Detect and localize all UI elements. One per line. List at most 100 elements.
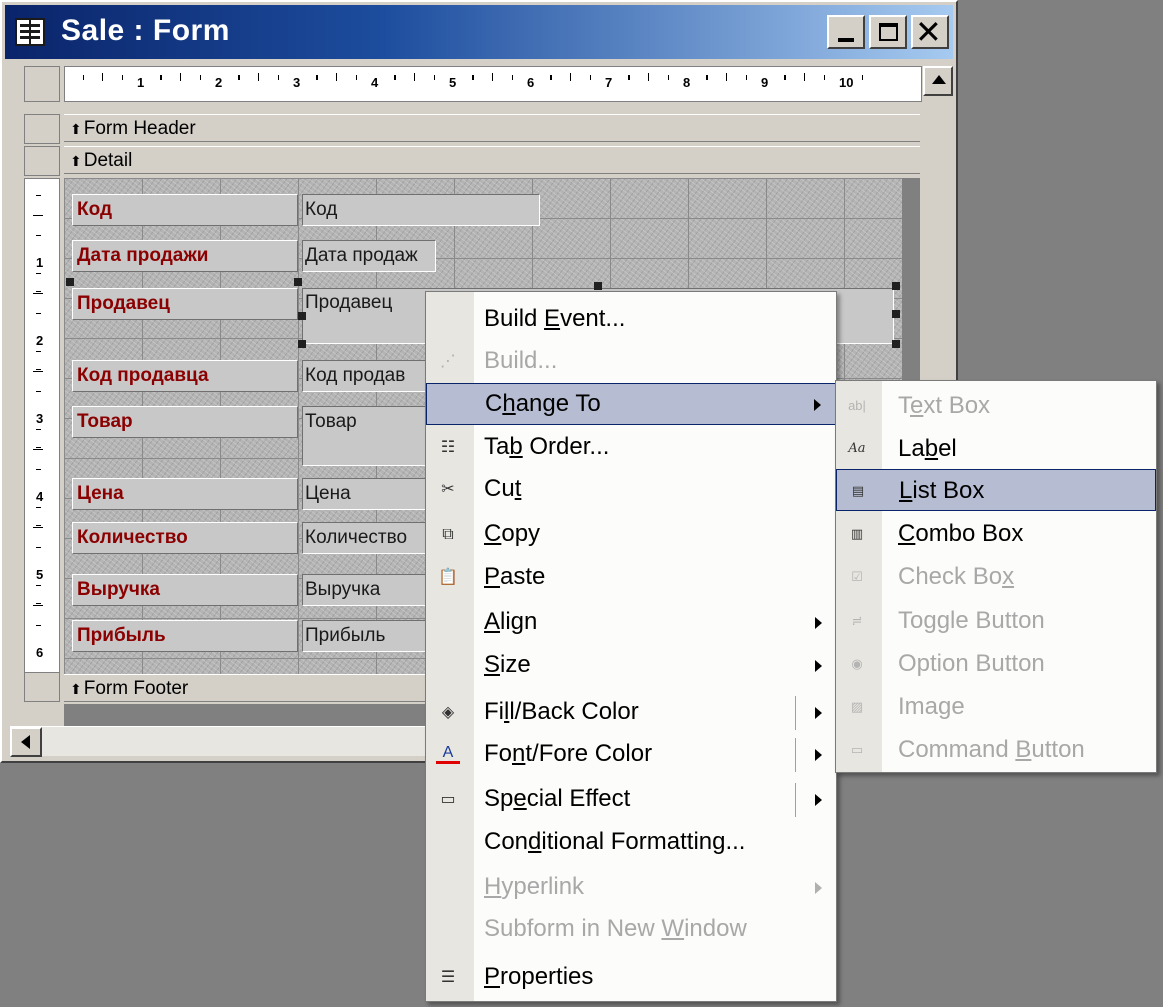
detail-bar[interactable]: ⬆ Detail (64, 146, 920, 174)
close-button[interactable]: ✕ (911, 14, 949, 50)
field-label[interactable]: Выручка (72, 574, 298, 606)
menu-item-label: Align (484, 608, 537, 636)
submenu-item-label: Text Box (898, 392, 990, 420)
submenu-item[interactable]: ≓ Toggle Button (836, 600, 1156, 642)
menu-item-label: Build... (484, 347, 557, 375)
field-label[interactable]: Цена (72, 478, 298, 510)
ruler-tick (122, 75, 123, 80)
menu-label-part: Check Bo (898, 563, 1003, 590)
header-section-selector[interactable] (24, 114, 60, 144)
accelerator-key: t (514, 475, 522, 502)
selection-handle[interactable] (66, 278, 74, 286)
ruler-tick (33, 527, 43, 528)
field-textbox[interactable]: Количество (302, 522, 426, 554)
form-icon (15, 18, 45, 46)
menu-item[interactable]: Build Event... (426, 299, 836, 341)
field-label[interactable]: Прибыль (72, 620, 298, 652)
submenu-item[interactable]: ab| Text Box (836, 385, 1156, 427)
minimize-icon (838, 38, 854, 42)
field-textbox[interactable]: Прибыль (302, 620, 426, 652)
menu-item[interactable]: Size (426, 645, 836, 687)
field-label[interactable]: Продавец (72, 288, 298, 320)
form-footer-label: Form Footer (83, 678, 189, 699)
field-textbox[interactable]: Код продав (302, 360, 426, 392)
field-label[interactable]: Код (72, 194, 298, 226)
menu-label-part: indow (684, 915, 747, 942)
form-selector[interactable] (24, 66, 60, 102)
ruler-tick (161, 75, 162, 80)
menu-item[interactable]: Change To (426, 383, 836, 425)
menu-item[interactable]: A Font/Fore Color (426, 734, 836, 776)
field-textbox[interactable]: Дата продаж (302, 240, 436, 272)
submenu-item[interactable]: ▥ Combo Box (836, 513, 1156, 555)
detail-section-selector[interactable] (24, 146, 60, 176)
menu-item[interactable]: Subform in New Window (426, 909, 836, 951)
selection-handle[interactable] (298, 340, 306, 348)
horizontal-ruler[interactable]: 1 2 3 4 5 6 7 8 9 10 (64, 66, 922, 102)
selection-handle[interactable] (294, 278, 302, 286)
selection-handle[interactable] (594, 282, 602, 290)
menu-label-part: Image (898, 693, 965, 720)
menu-item[interactable]: Align (426, 602, 836, 644)
menu-item[interactable]: Hyperlink (426, 867, 836, 909)
ruler-tick (36, 507, 41, 508)
ruler-tick (629, 75, 630, 80)
ruler-tick (570, 73, 571, 81)
vertical-ruler[interactable]: 1 2 3 4 5 6 (24, 178, 60, 678)
submenu-item[interactable]: ▤ List Box (836, 469, 1156, 511)
ruler-tick (551, 75, 552, 80)
menu-item[interactable]: ⋰ Build... (426, 341, 836, 383)
menu-item-label: Subform in New Window (484, 915, 747, 943)
maximize-button[interactable] (869, 15, 907, 49)
ruler-number: 1 (36, 255, 44, 270)
submenu-item[interactable]: ◉ Option Button (836, 643, 1156, 685)
menu-item[interactable]: Conditional Formatting... (426, 822, 836, 864)
form-header-bar[interactable]: ⬆ Form Header (64, 114, 920, 142)
scroll-up-button[interactable] (923, 66, 953, 96)
field-textbox[interactable]: Товар (302, 406, 426, 466)
ruler-number: 8 (683, 75, 691, 90)
menu-item[interactable]: ◈ Fill/Back Color (426, 692, 836, 734)
menu-item[interactable]: ☰ Properties (426, 957, 836, 999)
field-textbox[interactable]: Код (302, 194, 540, 226)
selection-handle[interactable] (298, 312, 306, 320)
menu-label-part: lign (500, 608, 538, 635)
field-label[interactable]: Дата продажи (72, 240, 298, 272)
control-type-icon: ☑ (851, 569, 863, 584)
field-textbox[interactable]: Цена (302, 478, 426, 510)
accelerator-key: e (513, 785, 527, 812)
footer-section-selector[interactable] (24, 672, 60, 702)
accelerator-key: E (544, 305, 561, 332)
submenu-item[interactable]: ☑ Check Box (836, 556, 1156, 598)
menu-item[interactable]: ✂ Cut (426, 469, 836, 511)
tab-order-icon: ☷ (440, 439, 456, 456)
field-label[interactable]: Количество (72, 522, 298, 554)
menu-label-part: itional Formatting... (541, 828, 746, 855)
menu-item[interactable]: 📋 Paste (426, 557, 836, 599)
selection-handle[interactable] (892, 282, 900, 290)
ruler-tick (492, 73, 493, 81)
field-label[interactable]: Товар (72, 406, 298, 438)
submenu-item[interactable]: Aa Label (836, 428, 1156, 470)
scroll-left-button[interactable] (10, 727, 42, 757)
menu-item[interactable]: ⧉ Copy (426, 514, 836, 556)
ruler-tick (726, 73, 727, 81)
accelerator-key: C (898, 520, 916, 547)
menu-label-part: el (938, 435, 957, 462)
submenu-item[interactable]: ▨ Image (836, 686, 1156, 728)
title-bar[interactable]: Sale : Form ✕ (5, 5, 953, 59)
ruler-tick (33, 293, 43, 294)
selection-handle[interactable] (892, 310, 900, 318)
field-label[interactable]: Код продавца (72, 360, 298, 392)
submenu-item-label: Label (898, 435, 957, 463)
arrow-left-icon (21, 735, 30, 749)
field-textbox[interactable]: Выручка (302, 574, 426, 606)
submenu-item[interactable]: ▭ Command Button (836, 729, 1156, 771)
ruler-number: 3 (293, 75, 301, 90)
minimize-button[interactable] (827, 15, 865, 49)
menu-item[interactable]: ☷ Tab Order... (426, 427, 836, 469)
ruler-tick (180, 73, 181, 81)
menu-item[interactable]: ▭ Special Effect (426, 779, 836, 821)
control-type-icon: ▭ (850, 742, 864, 757)
selection-handle[interactable] (892, 340, 900, 348)
